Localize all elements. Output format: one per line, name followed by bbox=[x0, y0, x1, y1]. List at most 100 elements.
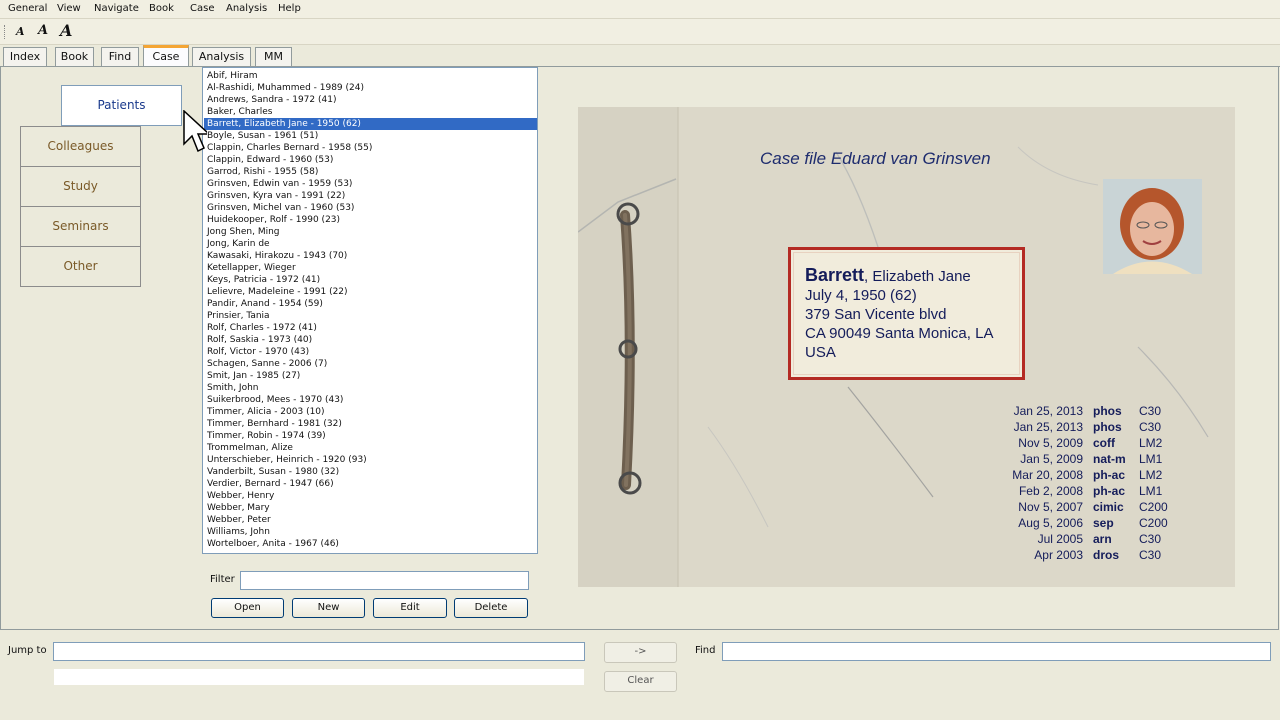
card-birthdate: July 4, 1950 (62) bbox=[805, 287, 917, 304]
patient-list-item[interactable]: Abif, Hiram bbox=[204, 70, 537, 82]
prescription-date: Jan 5, 2009 bbox=[1020, 452, 1083, 466]
category-study[interactable]: Study bbox=[20, 166, 141, 207]
patient-list-item[interactable]: Webber, Henry bbox=[204, 490, 537, 502]
patient-list-item[interactable]: Timmer, Bernhard - 1981 (32) bbox=[204, 418, 537, 430]
category-colleagues[interactable]: Colleagues bbox=[20, 126, 141, 167]
tab-case[interactable]: Case bbox=[143, 45, 189, 68]
patient-list-item[interactable]: Vanderbilt, Susan - 1980 (32) bbox=[204, 466, 537, 478]
patient-list-item[interactable]: Prinsier, Tania bbox=[204, 310, 537, 322]
patient-list-item[interactable]: Ketellapper, Wieger bbox=[204, 262, 537, 274]
prescription-remedy: sep bbox=[1093, 516, 1114, 530]
open-button[interactable]: Open bbox=[211, 598, 284, 618]
edit-button[interactable]: Edit bbox=[373, 598, 447, 618]
patient-list-item[interactable]: Unterschieber, Heinrich - 1920 (93) bbox=[204, 454, 537, 466]
patient-list-item[interactable]: Grinsven, Michel van - 1960 (53) bbox=[204, 202, 537, 214]
tab-find[interactable]: Find bbox=[101, 47, 139, 67]
patient-list-item[interactable]: Schagen, Sanne - 2006 (7) bbox=[204, 358, 537, 370]
prescription-potency: LM2 bbox=[1139, 468, 1163, 482]
patient-list-item[interactable]: Rolf, Victor - 1970 (43) bbox=[204, 346, 537, 358]
category-patients[interactable]: Patients bbox=[61, 85, 182, 126]
prescription-remedy: ph-ac bbox=[1093, 468, 1126, 482]
prescription-date: Jul 2005 bbox=[1037, 532, 1083, 546]
patient-list-item[interactable]: Rolf, Charles - 1972 (41) bbox=[204, 322, 537, 334]
prescription-date: Nov 5, 2009 bbox=[1018, 436, 1083, 450]
prescription-potency: C30 bbox=[1139, 420, 1162, 434]
card-name: Barrett, Elizabeth Jane bbox=[805, 265, 971, 286]
menu-general[interactable]: General bbox=[8, 3, 47, 14]
patient-list-item[interactable]: Grinsven, Edwin van - 1959 (53) bbox=[204, 178, 537, 190]
prescription-date: Aug 5, 2006 bbox=[1018, 516, 1083, 530]
prescription-remedy: phos bbox=[1093, 404, 1122, 418]
patient-list-item[interactable]: Grinsven, Kyra van - 1991 (22) bbox=[204, 190, 537, 202]
tab-analysis[interactable]: Analysis bbox=[192, 47, 251, 67]
patient-photo bbox=[1103, 179, 1202, 274]
patient-list-item[interactable]: Jong, Karin de bbox=[204, 238, 537, 250]
patient-list-item[interactable]: Baker, Charles bbox=[204, 106, 537, 118]
menu-navigate[interactable]: Navigate bbox=[94, 3, 139, 14]
patient-list-item[interactable]: Timmer, Robin - 1974 (39) bbox=[204, 430, 537, 442]
patient-list-item[interactable]: Webber, Mary bbox=[204, 502, 537, 514]
filter-input[interactable] bbox=[240, 571, 529, 590]
patient-list-item[interactable]: Williams, John bbox=[204, 526, 537, 538]
patient-list-item[interactable]: Suikerbrood, Mees - 1970 (43) bbox=[204, 394, 537, 406]
card-surname: Barrett bbox=[805, 265, 865, 285]
font-small-button[interactable]: A bbox=[16, 25, 25, 38]
prescription-date: Apr 2003 bbox=[1034, 548, 1083, 562]
jump-arrow-button[interactable]: -> bbox=[604, 642, 677, 663]
clear-button[interactable]: Clear bbox=[604, 671, 677, 692]
patient-list[interactable]: Abif, Hiram Al-Rashidi, Muhammed - 1989 (… bbox=[202, 67, 538, 554]
patient-list-item[interactable]: Barrett, Elizabeth Jane - 1950 (62) bbox=[204, 118, 537, 130]
patient-list-item[interactable]: Wortelboer, Anita - 1967 (46) bbox=[204, 538, 537, 550]
card-country: USA bbox=[805, 344, 836, 361]
patient-list-item[interactable]: Kawasaki, Hirakozu - 1943 (70) bbox=[204, 250, 537, 262]
menu-book[interactable]: Book bbox=[149, 3, 174, 14]
find-input[interactable] bbox=[722, 642, 1271, 661]
prescription-date: Mar 20, 2008 bbox=[1012, 468, 1083, 482]
delete-button[interactable]: Delete bbox=[454, 598, 528, 618]
patient-list-item[interactable]: Lelievre, Madeleine - 1991 (22) bbox=[204, 286, 537, 298]
prescription-potency: C30 bbox=[1139, 404, 1162, 418]
patient-list-item[interactable]: Keys, Patricia - 1972 (41) bbox=[204, 274, 537, 286]
jump-to-input[interactable] bbox=[53, 642, 585, 661]
patient-list-item[interactable]: Rolf, Saskia - 1973 (40) bbox=[204, 334, 537, 346]
prescription-date: Jan 25, 2013 bbox=[1013, 420, 1083, 434]
patient-list-item[interactable]: Garrod, Rishi - 1955 (58) bbox=[204, 166, 537, 178]
patient-list-item[interactable]: Jong Shen, Ming bbox=[204, 226, 537, 238]
prescription-potency: C200 bbox=[1139, 500, 1168, 514]
menu-help[interactable]: Help bbox=[278, 3, 301, 14]
patient-list-item[interactable]: Timmer, Alicia - 2003 (10) bbox=[204, 406, 537, 418]
patient-list-item[interactable]: Clappin, Edward - 1960 (53) bbox=[204, 154, 537, 166]
patient-list-item[interactable]: Pandir, Anand - 1954 (59) bbox=[204, 298, 537, 310]
menu-case[interactable]: Case bbox=[190, 3, 214, 14]
new-button[interactable]: New bbox=[292, 598, 365, 618]
font-medium-button[interactable]: A bbox=[38, 23, 48, 38]
tab-book[interactable]: Book bbox=[55, 47, 94, 67]
patient-list-item[interactable]: Clappin, Charles Bernard - 1958 (55) bbox=[204, 142, 537, 154]
mouse-cursor-icon bbox=[183, 110, 207, 153]
prescription-potency: LM1 bbox=[1139, 452, 1163, 466]
filter-label: Filter bbox=[210, 574, 235, 585]
jump-to-label: Jump to bbox=[8, 645, 47, 656]
prescription-potency: C30 bbox=[1139, 532, 1162, 546]
patient-list-item[interactable]: Trommelman, Alize bbox=[204, 442, 537, 454]
patient-list-item[interactable]: Smith, John bbox=[204, 382, 537, 394]
font-large-button[interactable]: A bbox=[60, 21, 72, 40]
patient-list-item[interactable]: Boyle, Susan - 1961 (51) bbox=[204, 130, 537, 142]
prescription-remedy: coff bbox=[1093, 436, 1115, 450]
patient-list-item[interactable]: Huidekooper, Rolf - 1990 (23) bbox=[204, 214, 537, 226]
prescription-potency: LM1 bbox=[1139, 484, 1163, 498]
tab-index[interactable]: Index bbox=[3, 47, 47, 67]
category-other[interactable]: Other bbox=[20, 246, 141, 287]
toolbar-grip bbox=[4, 25, 7, 39]
patient-list-item[interactable]: Andrews, Sandra - 1972 (41) bbox=[204, 94, 537, 106]
tab-mm[interactable]: MM bbox=[255, 47, 292, 67]
menu-view[interactable]: View bbox=[57, 3, 81, 14]
patient-list-item[interactable]: Smit, Jan - 1985 (27) bbox=[204, 370, 537, 382]
menu-analysis[interactable]: Analysis bbox=[226, 3, 267, 14]
jump-to-results bbox=[53, 668, 585, 686]
category-seminars[interactable]: Seminars bbox=[20, 206, 141, 247]
patient-list-item[interactable]: Webber, Peter bbox=[204, 514, 537, 526]
patient-list-item[interactable]: Verdier, Bernard - 1947 (66) bbox=[204, 478, 537, 490]
patient-list-item[interactable]: Al-Rashidi, Muhammed - 1989 (24) bbox=[204, 82, 537, 94]
prescription-date: Nov 5, 2007 bbox=[1018, 500, 1083, 514]
